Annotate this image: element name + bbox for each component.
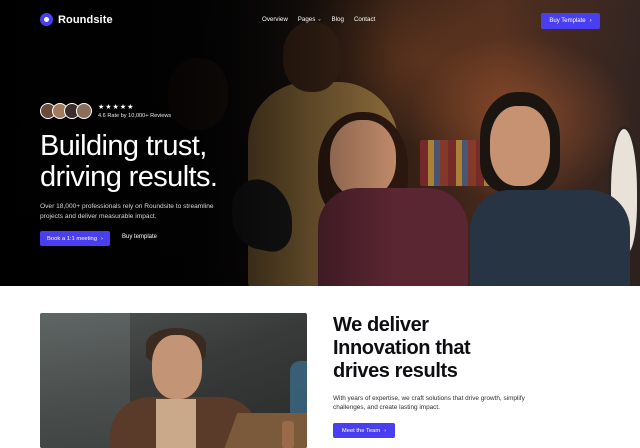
- book-meeting-label: Book a 1:1 meeting: [47, 235, 97, 242]
- meet-the-team-label: Meet the Team: [341, 427, 381, 434]
- hero-section: Roundsite Overview Pages ⌄ Blog Contact B…: [0, 0, 640, 286]
- book-meeting-button[interactable]: Book a 1:1 meeting ›: [40, 231, 110, 246]
- desk: [222, 413, 307, 448]
- chevron-down-icon: ⌄: [317, 16, 322, 22]
- section-title-line: We deliver: [333, 314, 429, 336]
- chevron-right-icon: ›: [384, 427, 387, 434]
- chevron-right-icon: ›: [589, 18, 592, 24]
- avatar-group: [40, 103, 92, 119]
- brand-name: Roundsite: [58, 13, 113, 26]
- rating-text: 4.6 Rate by 10,000+ Reviews: [98, 112, 172, 119]
- buy-template-label: Buy Template: [549, 18, 586, 24]
- buy-template-link[interactable]: Buy template: [122, 234, 157, 240]
- person-shirt: [156, 399, 196, 448]
- nav-link-label: Pages: [297, 16, 316, 23]
- hero-title-line: driving results.: [40, 161, 218, 193]
- section-title-line: Innovation that: [333, 337, 471, 359]
- nav-link-overview[interactable]: Overview: [262, 16, 288, 23]
- person-head: [152, 335, 202, 399]
- avatar: [76, 103, 92, 119]
- hero-title-line: Building trust,: [40, 130, 207, 162]
- nav-link-contact[interactable]: Contact: [354, 16, 375, 23]
- nav-link-label: Overview: [262, 16, 288, 23]
- nav-link-pages[interactable]: Pages ⌄: [298, 16, 322, 23]
- buy-template-button[interactable]: Buy Template ›: [541, 13, 600, 29]
- team-member-photo: [40, 313, 307, 448]
- nav-link-label: Contact: [353, 16, 376, 23]
- chevron-right-icon: ›: [101, 235, 103, 242]
- star-rating-icon: ★★★★★: [98, 103, 135, 111]
- brand-logo[interactable]: Roundsite: [40, 13, 113, 26]
- chair: [290, 361, 307, 421]
- logo-icon: [40, 13, 53, 26]
- section-subtitle: With years of expertise, we craft soluti…: [333, 395, 525, 411]
- meet-the-team-button[interactable]: Meet the Team ›: [333, 423, 395, 438]
- hero-subtitle: Over 18,000+ professionals rely on Round…: [40, 203, 214, 220]
- bottle: [282, 421, 294, 448]
- hero-title: Building trust, driving results.: [40, 131, 290, 193]
- rating-block: ★★★★★ 4.6 Rate by 10,000+ Reviews: [40, 103, 171, 119]
- nav-link-blog[interactable]: Blog: [332, 16, 344, 23]
- nav-link-label: Blog: [331, 16, 344, 23]
- section-title: We deliver Innovation that drives result…: [333, 314, 471, 383]
- section-title-line: drives results: [333, 360, 458, 382]
- top-navbar: Roundsite Overview Pages ⌄ Blog Contact B…: [0, 0, 640, 40]
- nav-menu: Overview Pages ⌄ Blog Contact: [262, 16, 375, 23]
